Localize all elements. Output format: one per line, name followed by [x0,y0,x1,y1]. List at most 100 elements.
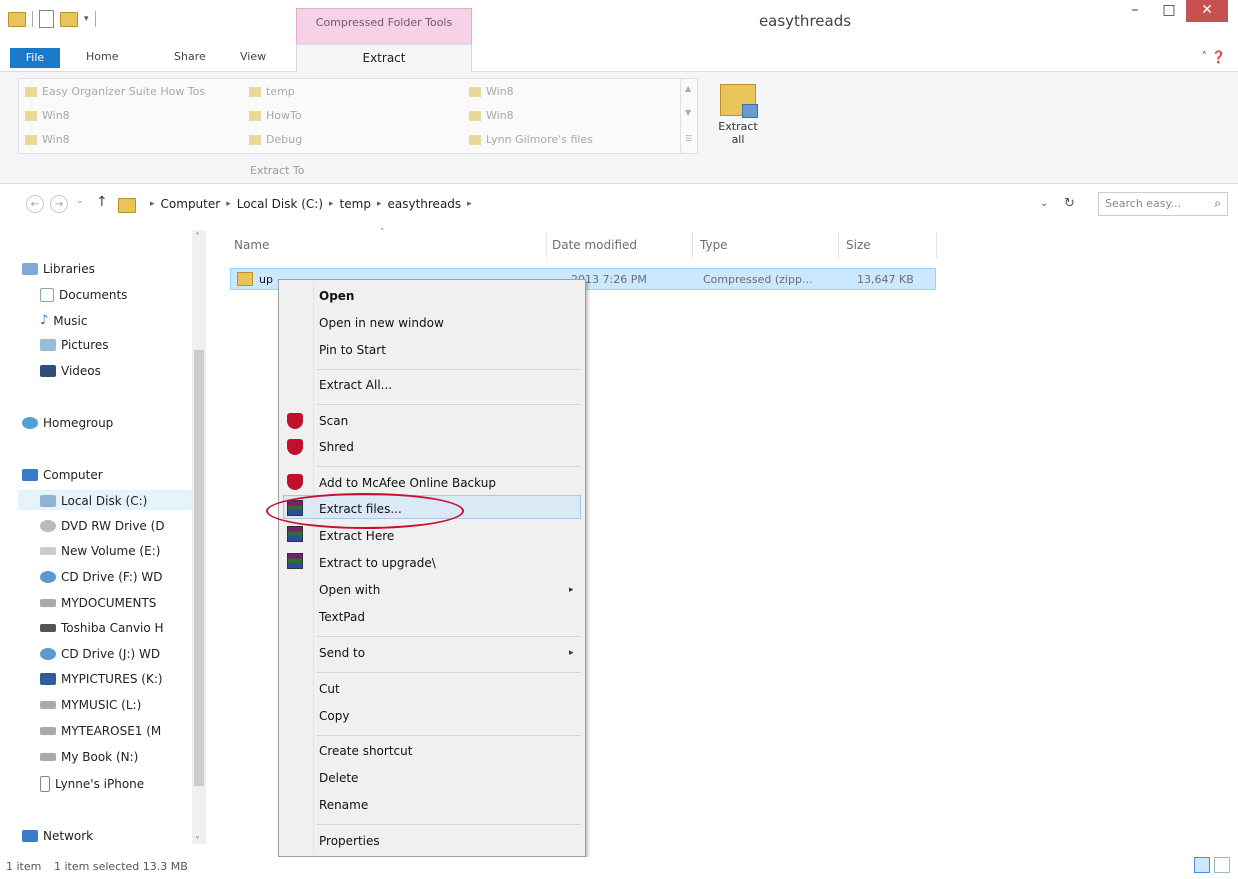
nav-scrollbar-thumb[interactable] [194,350,204,786]
nav-documents[interactable]: Documents [40,288,127,302]
chevron-right-icon[interactable]: ▸ [377,199,382,209]
destination-item[interactable]: Win8 [25,109,70,122]
menu-delete[interactable]: Delete [319,771,358,785]
menu-scan[interactable]: Scan [319,414,348,428]
nav-drive[interactable]: Toshiba Canvio H [40,621,164,635]
menu-extract-here[interactable]: Extract Here [319,529,394,543]
menu-add-mcafee-backup[interactable]: Add to McAfee Online Backup [319,476,496,490]
column-header-name[interactable]: Name [234,238,269,252]
menu-textpad[interactable]: TextPad [319,610,365,624]
column-header-size[interactable]: Size [846,238,871,252]
nav-drive[interactable]: CD Drive (F:) WD [40,570,163,584]
destination-item[interactable]: Easy Organizer Suite How Tos [25,85,205,98]
chevron-right-icon[interactable]: ▸ [226,199,231,209]
tab-share[interactable]: Share [174,50,206,63]
menu-cut[interactable]: Cut [319,682,340,696]
nav-music[interactable]: ♪ Music [40,313,87,328]
details-view-icon[interactable] [1194,857,1210,873]
breadcrumb-computer[interactable]: Computer [161,197,221,211]
destination-item[interactable]: Debug [249,133,302,146]
nav-drive[interactable]: Lynne's iPhone [40,776,144,792]
new-folder-icon[interactable] [60,11,78,27]
menu-send-to[interactable]: Send to [319,646,365,660]
menu-rename[interactable]: Rename [319,798,368,812]
menu-shred[interactable]: Shred [319,440,354,454]
menu-create-shortcut[interactable]: Create shortcut [319,744,412,758]
gallery-down-icon[interactable]: ▼ [685,108,691,117]
folder-icon[interactable] [8,11,26,27]
chevron-right-icon[interactable]: ▸ [150,199,155,209]
close-button[interactable]: ✕ [1186,0,1228,22]
tab-extract[interactable]: Extract [296,44,472,72]
menu-extract-all[interactable]: Extract All... [319,378,392,392]
zip-folder-icon [720,84,758,118]
gallery-up-icon[interactable]: ▲ [685,84,691,93]
destination-item[interactable]: Win8 [469,85,514,98]
search-icon[interactable]: ⌕ [1214,196,1221,211]
help-icon[interactable]: ˄ ❓ [1201,50,1226,64]
address-dropdown-icon[interactable]: ⌄ [1040,198,1048,209]
menu-open-new-window[interactable]: Open in new window [319,316,444,330]
column-divider[interactable] [936,232,937,258]
properties-icon[interactable] [39,10,54,28]
tab-view[interactable]: View [240,50,266,63]
nav-drive[interactable]: MYTEAROSE1 (M [40,724,161,738]
menu-open[interactable]: Open [319,289,354,303]
destination-item[interactable]: Lynn Gilmore's files [469,133,593,146]
destination-item[interactable]: temp [249,85,295,98]
destination-item[interactable]: HowTo [249,109,302,122]
qat-dropdown-icon[interactable]: ▾ [84,14,89,24]
scroll-up-icon[interactable]: ˄ [195,232,200,243]
ribbon-tab-strip: File Home Share View Extract ˄ ❓ [0,44,1238,72]
nav-drive[interactable]: Local Disk (C:) [40,494,147,508]
nav-network[interactable]: Network [22,829,93,843]
column-divider[interactable] [692,232,693,258]
nav-drive[interactable]: New Volume (E:) [40,544,160,558]
breadcrumb-local-disk[interactable]: Local Disk (C:) [237,197,323,211]
tab-file[interactable]: File [10,48,60,68]
menu-properties[interactable]: Properties [319,834,380,848]
nav-computer[interactable]: Computer [22,468,103,482]
nav-pictures[interactable]: Pictures [40,338,109,352]
location-folder-icon [118,198,136,216]
column-header-type[interactable]: Type [700,238,728,252]
destination-item[interactable]: Win8 [469,109,514,122]
breadcrumb-temp[interactable]: temp [340,197,371,211]
back-button[interactable]: ← [26,195,44,213]
nav-drive[interactable]: MYPICTURES (K:) [40,672,163,686]
large-icons-view-icon[interactable] [1214,857,1230,873]
menu-extract-to-upgrade[interactable]: Extract to upgrade\ [319,556,436,570]
gallery-more-icon[interactable]: ☰ [685,134,692,143]
nav-drive[interactable]: DVD RW Drive (D [40,519,165,533]
breadcrumb[interactable]: ▸ Computer ▸ Local Disk (C:) ▸ temp ▸ ea… [150,192,1060,216]
phone-icon [40,776,50,792]
scroll-down-icon[interactable]: ˅ [195,836,200,847]
menu-pin-to-start[interactable]: Pin to Start [319,343,386,357]
chevron-right-icon[interactable]: ▸ [329,199,334,209]
tab-home[interactable]: Home [86,50,118,63]
forward-button[interactable]: → [50,195,68,213]
column-divider[interactable] [546,232,547,258]
breadcrumb-easythreads[interactable]: easythreads [387,197,461,211]
maximize-button[interactable]: □ [1152,0,1186,22]
nav-drive[interactable]: My Book (N:) [40,750,138,764]
column-divider[interactable] [838,232,839,258]
nav-drive[interactable]: MYDOCUMENTS [40,596,156,610]
nav-drive[interactable]: CD Drive (J:) WD [40,647,160,661]
menu-open-with[interactable]: Open with [319,583,380,597]
refresh-icon[interactable]: ↻ [1064,196,1075,211]
minimize-button[interactable]: – [1118,0,1152,22]
recent-locations-icon[interactable]: ⌄ [76,196,84,206]
nav-libraries[interactable]: Libraries [22,262,95,276]
nav-videos[interactable]: Videos [40,364,101,378]
up-button[interactable]: ↑ [96,194,108,210]
search-input[interactable]: Search easy... ⌕ [1098,192,1228,216]
extract-all-button[interactable]: Extract all [712,78,764,168]
menu-copy[interactable]: Copy [319,709,349,723]
chevron-right-icon[interactable]: ▸ [467,199,472,209]
column-header-date[interactable]: Date modified [552,238,637,252]
nav-drive[interactable]: MYMUSIC (L:) [40,698,141,712]
gallery-scroller[interactable]: ▲ ▼ ☰ [680,78,699,154]
nav-homegroup[interactable]: Homegroup [22,416,113,430]
destination-item[interactable]: Win8 [25,133,70,146]
